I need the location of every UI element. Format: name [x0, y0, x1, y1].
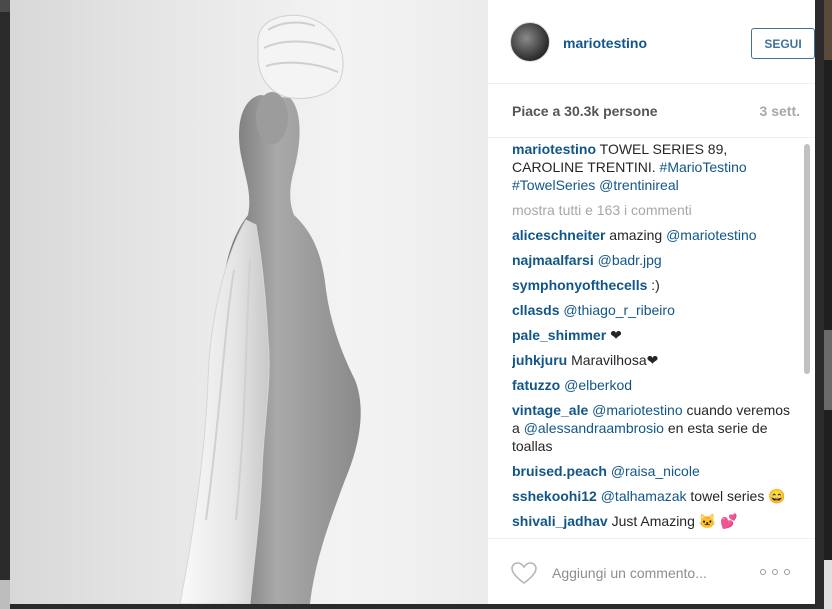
- background-feed-column: [824, 0, 832, 609]
- post-footer: [488, 538, 815, 604]
- caption-mention[interactable]: @trentinireal: [599, 177, 679, 193]
- comments-scrollbar[interactable]: [803, 140, 811, 538]
- list-item: pale_shimmer ❤: [512, 326, 800, 344]
- caption: mariotestino TOWEL SERIES 89, CAROLINE T…: [512, 140, 800, 194]
- comment-mention[interactable]: @thiago_r_ribeiro: [563, 302, 675, 318]
- background-feed-tile: [0, 580, 10, 609]
- post-time[interactable]: 3 sett.: [760, 103, 800, 119]
- comment-text: :): [651, 277, 660, 293]
- post-sidebar: mariotestino SEGUI Piace a 30.3k persone…: [488, 0, 815, 604]
- list-item: fatuzzo @elberkod: [512, 376, 800, 394]
- comment-username[interactable]: symphonyofthecells: [512, 277, 647, 293]
- comment-username[interactable]: sshekoohi12: [512, 488, 597, 504]
- comment-mention[interactable]: @mariotestino: [592, 402, 682, 418]
- view-all-comments-link[interactable]: mostra tutti e 163 i commenti: [512, 201, 800, 219]
- comment-username[interactable]: vintage_ale: [512, 402, 588, 418]
- comment-username[interactable]: aliceschneiter: [512, 227, 605, 243]
- comment-mention[interactable]: @elberkod: [564, 377, 632, 393]
- comment-text: Maravilhosa❤: [571, 352, 659, 368]
- list-item: juhkjuru Maravilhosa❤: [512, 351, 800, 369]
- comment-username[interactable]: pale_shimmer: [512, 327, 606, 343]
- likes-row: Piace a 30.3k persone 3 sett.: [488, 84, 815, 138]
- list-item: bruised.peach @raisa_nicole: [512, 462, 800, 480]
- comment-username[interactable]: shivali_jadhav: [512, 513, 608, 529]
- add-comment-input[interactable]: [552, 562, 742, 584]
- background-feed-tile: [0, 0, 10, 12]
- comment-mention[interactable]: @badr.jpg: [598, 252, 662, 268]
- comment-mention[interactable]: @alessandraambrosio: [524, 420, 664, 436]
- comment-username[interactable]: cllasds: [512, 302, 559, 318]
- comment-username[interactable]: fatuzzo: [512, 377, 560, 393]
- comment-mention[interactable]: @raisa_nicole: [611, 463, 700, 479]
- heart-outline-icon[interactable]: [510, 561, 538, 585]
- comment-text: towel series 😄: [686, 488, 786, 504]
- caption-hashtag[interactable]: #TowelSeries: [512, 177, 595, 193]
- photo-figure: [179, 14, 361, 604]
- background-feed-tile: [824, 560, 832, 609]
- post-photo[interactable]: [10, 0, 488, 604]
- follow-button[interactable]: SEGUI: [751, 28, 815, 59]
- scrollbar-thumb[interactable]: [804, 144, 810, 374]
- list-item: shivali_jadhav Just Amazing 🐱 💕: [512, 512, 800, 530]
- list-item: symphonyofthecells :): [512, 276, 800, 294]
- list-item: vintage_ale @mariotestino cuando veremos…: [512, 401, 800, 455]
- dot-icon: [760, 569, 766, 575]
- caption-username[interactable]: mariotestino: [512, 141, 596, 157]
- background-feed-tile: [824, 330, 832, 410]
- comment-mention[interactable]: @talhamazak: [601, 488, 687, 504]
- comment-text: Just Amazing 🐱 💕: [611, 513, 738, 529]
- list-item: najmaalfarsi @badr.jpg: [512, 251, 800, 269]
- list-item: sshekoohi12 @talhamazak towel series 😄: [512, 487, 800, 505]
- background-feed-tile: [824, 0, 832, 60]
- post-modal: mariotestino SEGUI Piace a 30.3k persone…: [10, 0, 815, 604]
- comments-list[interactable]: mariotestino TOWEL SERIES 89, CAROLINE T…: [512, 140, 800, 538]
- comment-username[interactable]: najmaalfarsi: [512, 252, 594, 268]
- comment-mention[interactable]: @mariotestino: [666, 227, 756, 243]
- caption-hashtag[interactable]: #MarioTestino: [660, 159, 747, 175]
- dot-icon: [772, 569, 778, 575]
- more-options-icon[interactable]: [760, 566, 790, 578]
- post-header: mariotestino SEGUI: [488, 0, 815, 84]
- dot-icon: [784, 569, 790, 575]
- list-item: aliceschneiter amazing @mariotestino: [512, 226, 800, 244]
- likes-count[interactable]: Piace a 30.3k persone: [512, 103, 658, 119]
- comment-username[interactable]: juhkjuru: [512, 352, 567, 368]
- list-item: cllasds @thiago_r_ribeiro: [512, 301, 800, 319]
- comment-username[interactable]: bruised.peach: [512, 463, 607, 479]
- post-username[interactable]: mariotestino: [563, 35, 647, 51]
- comment-text: ❤: [610, 327, 622, 343]
- avatar[interactable]: [510, 22, 550, 62]
- comment-text: amazing: [609, 227, 667, 243]
